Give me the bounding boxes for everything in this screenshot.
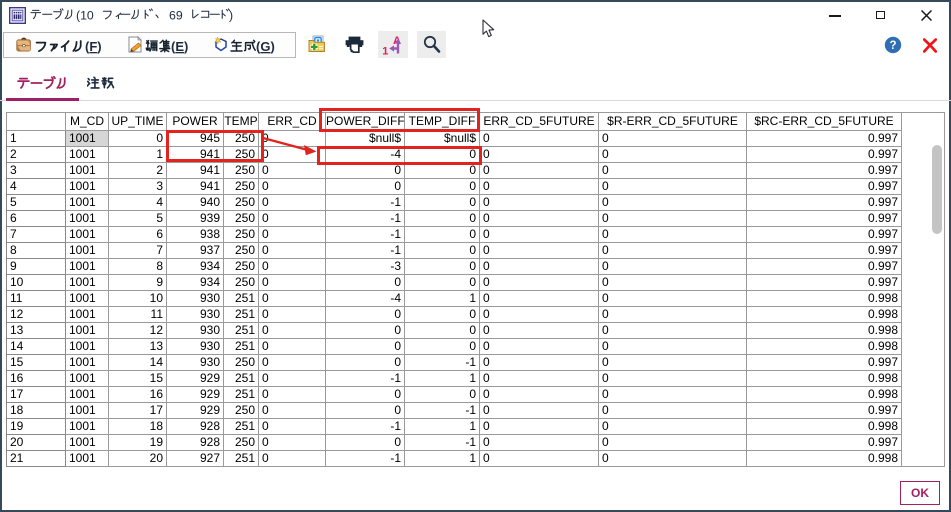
- svg-text:(E): (E): [171, 39, 188, 54]
- svg-text:?: ?: [889, 40, 896, 52]
- svg-text:): ): [229, 9, 233, 23]
- svg-text:1: 1: [382, 46, 388, 58]
- svg-text:(G): (G): [256, 39, 275, 54]
- svg-text:69: 69: [169, 9, 183, 23]
- svg-text:(F): (F): [85, 39, 102, 54]
- svg-text:(10: (10: [76, 9, 94, 23]
